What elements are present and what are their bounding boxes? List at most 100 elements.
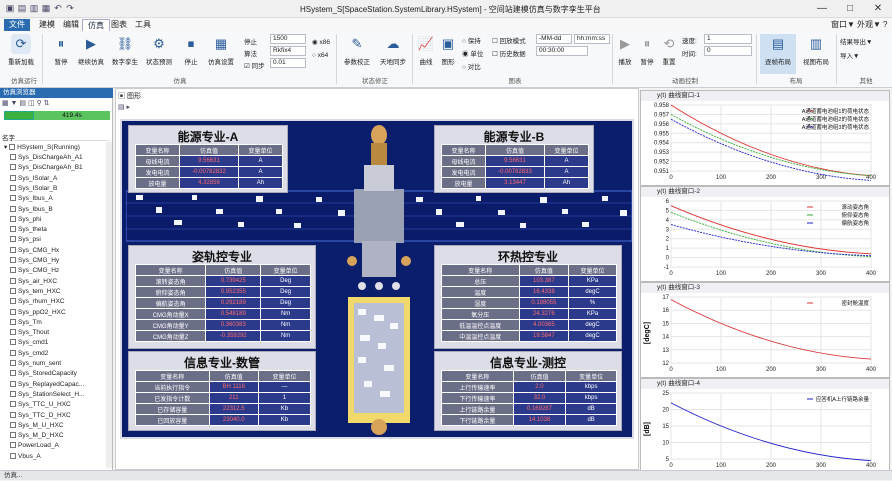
checkbox[interactable] <box>10 236 16 243</box>
anim-pause-button[interactable]: ⏸ 暂停 <box>636 34 658 66</box>
sim-settings-button[interactable]: ▦ 仿真设置 <box>206 34 236 66</box>
checkbox[interactable] <box>10 421 16 428</box>
replay-mode-checkbox[interactable]: ☐ 回放模式 <box>492 35 526 45</box>
tree-item[interactable]: Sys_CMG_Hx <box>10 246 59 256</box>
checkbox[interactable] <box>10 195 16 202</box>
menu-model[interactable]: 建模 <box>34 19 60 31</box>
tree-item[interactable]: Sys_cmd2 <box>10 349 48 359</box>
checkbox[interactable] <box>10 215 16 222</box>
tree-item[interactable]: Sys_ppO2_HXC <box>10 308 66 318</box>
checkbox[interactable] <box>10 329 16 336</box>
checkbox[interactable] <box>10 401 16 408</box>
tree-item[interactable]: Sys_M_D_HXC <box>10 431 64 441</box>
checkbox[interactable] <box>10 442 16 449</box>
tree-item[interactable]: Sys_DisChargeAh_B1 <box>10 163 83 173</box>
x64-radio[interactable]: ○ x64 <box>312 52 328 59</box>
tree-item[interactable]: Sys_tem_HXC <box>10 287 61 297</box>
new-icon[interactable]: ▤ <box>16 2 28 14</box>
checkbox[interactable] <box>10 380 16 387</box>
checkbox[interactable] <box>10 154 16 160</box>
tree-item[interactable]: Sys_Thout <box>10 328 49 338</box>
tree-item[interactable]: Sys_psi <box>10 235 41 245</box>
curve-button[interactable]: 📈 曲线 <box>414 34 438 66</box>
checkbox[interactable] <box>10 226 16 233</box>
menu-chart[interactable]: 图表 <box>106 19 132 31</box>
tree-item[interactable]: Sys_CMG_Hy <box>10 256 59 266</box>
tree-item[interactable]: Sys_num_sent <box>10 359 61 369</box>
tree-item[interactable]: Vbus_A <box>10 452 41 462</box>
checkbox[interactable] <box>10 164 16 171</box>
menu-edit[interactable]: 编辑 <box>58 19 84 31</box>
maximize-button[interactable]: □ <box>836 0 864 18</box>
checkbox[interactable] <box>10 184 16 191</box>
menu-file[interactable]: 文件 <box>4 19 30 31</box>
redo-icon[interactable]: ↷ <box>64 2 76 14</box>
checkbox[interactable] <box>10 370 16 377</box>
view-toolbar[interactable]: ▤ ▸ <box>118 103 636 113</box>
pause-button[interactable]: ⏸ 暂停 <box>46 34 76 66</box>
checkbox[interactable] <box>10 246 16 253</box>
state-predict-button[interactable]: ⚙ 状态预测 <box>144 34 174 66</box>
checkbox[interactable] <box>10 452 16 459</box>
checkbox[interactable] <box>10 277 16 284</box>
continue-sim-button[interactable]: ▶ 继续仿真 <box>76 34 106 66</box>
checkbox[interactable] <box>10 390 16 397</box>
reset-button[interactable]: ⟲ 重置 <box>658 34 680 66</box>
browser-toolbar[interactable]: ▦ ▼ ▤ ◫ ⚲ ⇅ <box>2 99 110 109</box>
tree-item[interactable]: Sys_TTC_U_HXC <box>10 400 71 410</box>
save-icon[interactable]: ▦ <box>40 2 52 14</box>
date-format-input[interactable]: -MM-dd <box>536 34 572 44</box>
time-input[interactable]: 0 <box>704 46 752 56</box>
stop-button[interactable]: ⏹ 停止 <box>176 34 206 66</box>
tab-graphic[interactable]: ▣ 图形 <box>118 91 178 101</box>
undo-icon[interactable]: ↶ <box>52 2 64 14</box>
checkbox[interactable] <box>10 360 16 366</box>
time-value-input[interactable]: 00:30:00 <box>536 46 588 56</box>
frame-layout-button[interactable]: ▤ 逐帧布局 <box>760 34 796 74</box>
checkbox[interactable] <box>10 205 16 212</box>
checkbox[interactable] <box>10 298 16 305</box>
checkbox[interactable] <box>10 267 16 274</box>
play-button[interactable]: ▶ 播放 <box>614 34 636 66</box>
x86-radio[interactable]: ◉ x86 <box>312 38 330 46</box>
param-adjust-button[interactable]: ✎ 参数校正 <box>340 34 374 66</box>
tree-item[interactable]: Sys_phi <box>10 215 41 225</box>
checkbox[interactable] <box>10 349 16 356</box>
minimize-button[interactable]: — <box>808 0 836 18</box>
checkbox[interactable] <box>10 257 16 263</box>
tree-root[interactable]: ▾ HSystem_S(Running) <box>4 143 80 153</box>
scrollbar[interactable] <box>106 142 112 468</box>
menu-tools[interactable]: 工具 <box>130 19 156 31</box>
sky-ground-sync-button[interactable]: ☁ 天地同步 <box>376 34 410 66</box>
view-layout-button[interactable]: ▥ 视图布局 <box>798 34 834 66</box>
digital-twin-button[interactable]: ⛓ 数字孪生 <box>110 34 140 66</box>
checkbox[interactable] <box>10 318 16 325</box>
tree-item[interactable]: Sys_StationSelect_H... <box>10 390 84 400</box>
tree-item[interactable]: Sys_CMG_Hz <box>10 266 59 276</box>
sync-checkbox[interactable]: ☑ 同步 <box>244 60 265 70</box>
export-result-button[interactable]: 结果导出▼ <box>840 36 872 46</box>
import-button[interactable]: 导入▼ <box>840 50 859 60</box>
reload-button[interactable]: ⟳ 重新加载 <box>4 34 38 66</box>
tree-item[interactable]: Sys_M_U_HXC <box>10 421 64 431</box>
tree-item[interactable]: Sys_cmd1 <box>10 338 48 348</box>
stop-time-input[interactable]: 1500 <box>270 34 306 44</box>
tree-item[interactable]: PowerLoad_A <box>10 441 59 451</box>
tree-item[interactable]: Sys_ISolar_A <box>10 174 57 184</box>
checkbox[interactable] <box>10 287 16 294</box>
tree-item[interactable]: Sys_DisChargeAh_A1 <box>10 153 83 163</box>
tree-item[interactable]: Sys_StoredCapacity <box>10 369 77 379</box>
tree-item[interactable]: Sys_air_HXC <box>10 277 57 287</box>
tree-item[interactable]: Sys_Tm <box>10 318 42 328</box>
graphic-button[interactable]: ▣ 图形 <box>436 34 460 66</box>
tree-item[interactable]: Sys_rhum_HXC <box>10 297 65 307</box>
keep-radio[interactable]: ○ 保持 <box>462 35 481 45</box>
menu-help[interactable]: ? <box>878 19 892 31</box>
tree-item[interactable]: Sys_ReplayedCapac... <box>10 380 84 390</box>
time-format-input[interactable]: hh:mm:ss <box>574 34 610 44</box>
open-icon[interactable]: ▥ <box>28 2 40 14</box>
checkbox[interactable] <box>10 432 16 439</box>
checkbox[interactable] <box>10 174 16 181</box>
step-size-input[interactable]: 0.01 <box>270 58 306 68</box>
tree-item[interactable]: Sys_Ibus_A <box>10 194 53 204</box>
